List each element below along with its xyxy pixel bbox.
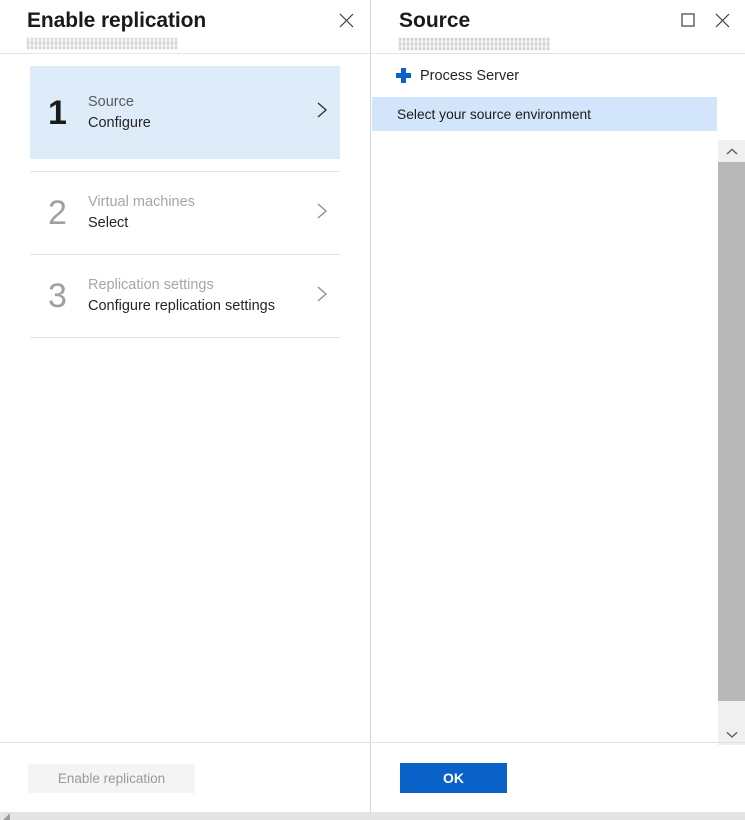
step-labels: Virtual machines Select [88,192,316,234]
vertical-scrollbar[interactable] [718,140,745,745]
step-subtitle: Select [88,213,316,234]
close-button[interactable] [331,5,361,35]
step-subtitle: Configure [88,113,316,134]
section-banner-label: Select your source environment [397,107,591,122]
right-footer-divider [372,742,745,743]
step-labels: Source Configure [88,92,316,134]
wizard-steps: 1 Source Configure 2 Virtual machines Se… [0,54,370,338]
window-bottom-strip: ◢ [0,812,745,820]
plus-icon [396,68,411,83]
step-labels: Replication settings Configure replicati… [88,275,316,317]
app-root: Enable replication 1 Source Configure [0,0,745,820]
step-number: 1 [48,93,88,133]
chevron-down-icon [726,731,738,738]
left-blade-header: Enable replication [0,0,370,53]
scroll-up-button[interactable] [718,140,745,162]
wizard-step-replication-settings[interactable]: 3 Replication settings Configure replica… [30,255,340,337]
step-subtitle: Configure replication settings [88,296,316,317]
wizard-step-source[interactable]: 1 Source Configure [30,66,340,159]
close-button[interactable] [707,5,737,35]
chevron-up-icon [726,148,738,155]
maximize-icon [681,13,695,27]
left-footer-divider [0,742,370,743]
window-controls [673,5,737,35]
source-blade: Source Process Server [372,0,745,812]
blade-subtitle-redacted [27,38,177,49]
wizard-step-virtual-machines[interactable]: 2 Virtual machines Select [30,172,340,254]
section-banner: Select your source environment [372,97,717,131]
enable-replication-button[interactable]: Enable replication [28,764,195,793]
source-blade-header: Source [372,0,745,53]
step-title: Replication settings [88,275,316,295]
close-icon [339,13,354,28]
page-title: Enable replication [27,6,354,36]
step-chevron [316,100,336,125]
ok-button[interactable]: OK [400,763,507,793]
source-blade-subtitle-redacted [399,38,551,50]
scrollbar-thumb[interactable] [718,162,745,701]
chevron-right-icon [316,201,329,221]
add-process-server-button[interactable]: Process Server [396,68,519,84]
resize-grip-icon: ◢ [3,812,10,820]
step-title: Virtual machines [88,192,316,212]
step-title: Source [88,92,316,112]
chevron-right-icon [316,284,329,304]
close-icon [715,13,730,28]
add-process-server-label: Process Server [420,68,519,84]
step-number: 3 [48,276,88,316]
enable-replication-blade: Enable replication 1 Source Configure [0,0,371,812]
step-chevron [316,284,336,309]
command-bar: Process Server [372,54,745,97]
step-number: 2 [48,193,88,233]
chevron-right-icon [316,100,329,120]
step-chevron [316,201,336,226]
step-divider [30,337,340,338]
maximize-button[interactable] [673,5,703,35]
